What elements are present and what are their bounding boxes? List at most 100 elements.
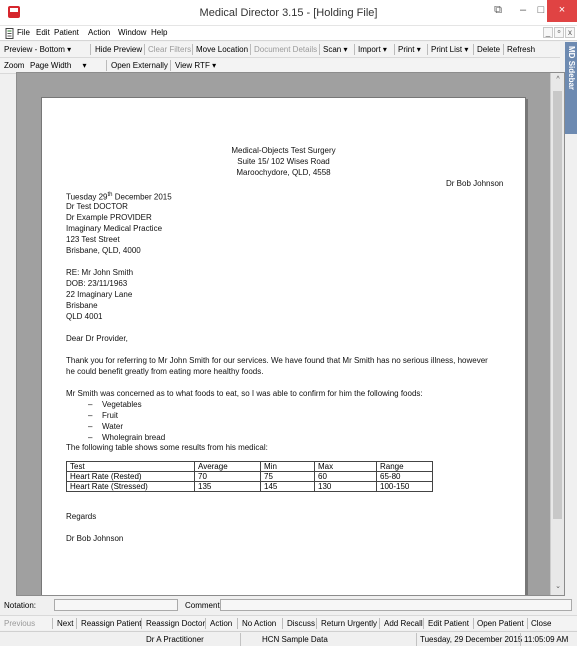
toolbar-divider bbox=[316, 618, 317, 629]
table-cell: 145 bbox=[260, 481, 315, 492]
document-viewer[interactable]: Medical-Objects Test Surgery Suite 15/ 1… bbox=[16, 72, 565, 596]
bullet-glyph: – bbox=[88, 400, 93, 409]
action-bar: Previous Next Reassign Patient Reassign … bbox=[0, 615, 577, 630]
recipient-line: Dr Test DOCTOR bbox=[66, 202, 128, 211]
mdi-close-button[interactable]: x bbox=[565, 27, 575, 38]
toolbar-divider bbox=[503, 44, 504, 55]
re-line: RE: Mr John Smith bbox=[66, 268, 134, 277]
table-row: Heart Rate (Rested) 70 75 60 65-80 bbox=[66, 471, 433, 482]
return-urgently-button[interactable]: Return Urgently bbox=[321, 619, 377, 628]
paragraph-line: Thank you for referring to Mr John Smith… bbox=[66, 356, 488, 365]
chevron-down-icon: ▾ bbox=[343, 45, 348, 54]
reassign-doctor-button[interactable]: Reassign Doctor bbox=[146, 619, 205, 628]
status-time: 11:05:09 AM bbox=[524, 635, 569, 644]
scan-dropdown[interactable]: Scan ▾ bbox=[323, 45, 347, 54]
status-bar: Dr A Practitioner HCN Sample Data Tuesda… bbox=[0, 631, 577, 646]
toolbar-divider bbox=[170, 60, 171, 71]
bullet-glyph: – bbox=[88, 433, 93, 442]
recipient-line: Dr Example PROVIDER bbox=[66, 213, 152, 222]
scroll-down-icon[interactable]: ⌄ bbox=[554, 582, 562, 592]
hide-preview-button[interactable]: Hide Preview bbox=[95, 45, 142, 54]
menu-patient[interactable]: Patient bbox=[54, 28, 79, 37]
scroll-up-icon[interactable]: ^ bbox=[554, 76, 562, 86]
vertical-scrollbar[interactable]: ^ ⌄ bbox=[550, 73, 564, 595]
toolbar-divider bbox=[237, 618, 238, 629]
surgery-address-line1: Suite 15/ 102 Wises Road bbox=[237, 157, 330, 166]
mdi-restore-button[interactable]: ᵒ bbox=[554, 27, 564, 38]
menu-window[interactable]: Window bbox=[118, 28, 146, 37]
clear-filters-button[interactable]: Clear Filters bbox=[148, 45, 191, 54]
status-divider bbox=[416, 633, 417, 646]
toolbar-divider bbox=[394, 44, 395, 55]
toolbar-divider bbox=[473, 44, 474, 55]
chevron-down-icon: ▾ bbox=[67, 45, 72, 54]
signature: Dr Bob Johnson bbox=[66, 534, 124, 543]
recipient-line: Brisbane, QLD, 4000 bbox=[66, 246, 141, 255]
menu-file[interactable]: File bbox=[17, 28, 30, 37]
toolbar-divider bbox=[250, 44, 251, 55]
action-button[interactable]: Action bbox=[210, 619, 232, 628]
close-button[interactable]: × bbox=[547, 0, 577, 22]
table-cell: 75 bbox=[260, 471, 315, 482]
previous-button[interactable]: Previous bbox=[4, 619, 35, 628]
recipient-line: Imaginary Medical Practice bbox=[66, 224, 163, 233]
document-details-button[interactable]: Document Details bbox=[254, 45, 317, 54]
no-action-button[interactable]: No Action bbox=[242, 619, 276, 628]
chevron-down-icon: ▾ bbox=[382, 45, 387, 54]
delete-button[interactable]: Delete bbox=[477, 45, 500, 54]
bullet-glyph: – bbox=[88, 422, 93, 431]
preview-position-dropdown[interactable]: Preview - Bottom ▾ bbox=[4, 45, 71, 54]
table-header-row: Test Average Min Max Range bbox=[66, 461, 433, 472]
mdi-minimize-button[interactable]: _ bbox=[543, 27, 553, 38]
menu-bar: File Edit Patient Action Window Help _ ᵒ… bbox=[0, 26, 577, 41]
from-doctor: Dr Bob Johnson bbox=[446, 179, 504, 188]
reassign-patient-button[interactable]: Reassign Patient bbox=[81, 619, 141, 628]
toolbar-divider bbox=[282, 618, 283, 629]
edit-patient-button[interactable]: Edit Patient bbox=[428, 619, 469, 628]
toolbar-divider bbox=[192, 44, 193, 55]
surgery-address-line2: Maroochydore, QLD, 4558 bbox=[236, 168, 331, 177]
view-rtf-dropdown[interactable]: View RTF ▾ bbox=[175, 61, 216, 70]
title-bar: Medical Director 3.15 - [Holding File] ⧉… bbox=[0, 0, 577, 26]
table-cell: 65-80 bbox=[376, 471, 433, 482]
document-icon bbox=[5, 28, 14, 39]
list-item: Water bbox=[102, 422, 124, 431]
chevron-down-icon: ▾ bbox=[82, 61, 87, 70]
open-patient-button[interactable]: Open Patient bbox=[477, 619, 524, 628]
print-list-dropdown[interactable]: Print List ▾ bbox=[431, 45, 468, 54]
open-externally-button[interactable]: Open Externally bbox=[111, 61, 168, 70]
import-dropdown[interactable]: Import ▾ bbox=[358, 45, 387, 54]
move-location-button[interactable]: Move Location bbox=[196, 45, 248, 54]
re-line: 22 Imaginary Lane bbox=[66, 290, 133, 299]
print-dropdown[interactable]: Print ▾ bbox=[398, 45, 421, 54]
table-cell: 60 bbox=[314, 471, 377, 482]
next-button[interactable]: Next bbox=[57, 619, 73, 628]
toolbar-divider bbox=[52, 618, 53, 629]
toolbar-divider bbox=[527, 618, 528, 629]
sidebar-tab[interactable]: MD Sidebar bbox=[565, 42, 577, 134]
list-item: Wholegrain bread bbox=[102, 433, 166, 442]
menu-edit[interactable]: Edit bbox=[36, 28, 50, 37]
surgery-name: Medical-Objects Test Surgery bbox=[231, 146, 336, 155]
refresh-button[interactable]: Refresh bbox=[507, 45, 535, 54]
zoom-select[interactable]: Page Width ▾ bbox=[30, 61, 87, 70]
letter-page: Medical-Objects Test Surgery Suite 15/ 1… bbox=[41, 97, 526, 595]
table-header-cell: Average bbox=[194, 461, 261, 472]
menu-action[interactable]: Action bbox=[88, 28, 110, 37]
paragraph-line: he could benefit greatly from eating mor… bbox=[66, 367, 264, 376]
chevron-down-icon: ▾ bbox=[416, 45, 421, 54]
restore-icon[interactable]: ⧉ bbox=[486, 0, 510, 22]
toolbar-divider bbox=[319, 44, 320, 55]
comment-field[interactable] bbox=[220, 599, 572, 611]
table-header-cell: Test bbox=[66, 461, 195, 472]
add-recall-button[interactable]: Add Recall bbox=[384, 619, 423, 628]
toolbar-divider bbox=[427, 44, 428, 55]
table-header-cell: Min bbox=[260, 461, 315, 472]
table-header-cell: Range bbox=[376, 461, 433, 472]
discuss-button[interactable]: Discuss bbox=[287, 619, 315, 628]
scrollbar-thumb[interactable] bbox=[553, 91, 562, 519]
menu-help[interactable]: Help bbox=[151, 28, 167, 37]
toolbar-divider bbox=[473, 618, 474, 629]
notation-field[interactable] bbox=[54, 599, 178, 611]
close-button-action[interactable]: Close bbox=[531, 619, 551, 628]
